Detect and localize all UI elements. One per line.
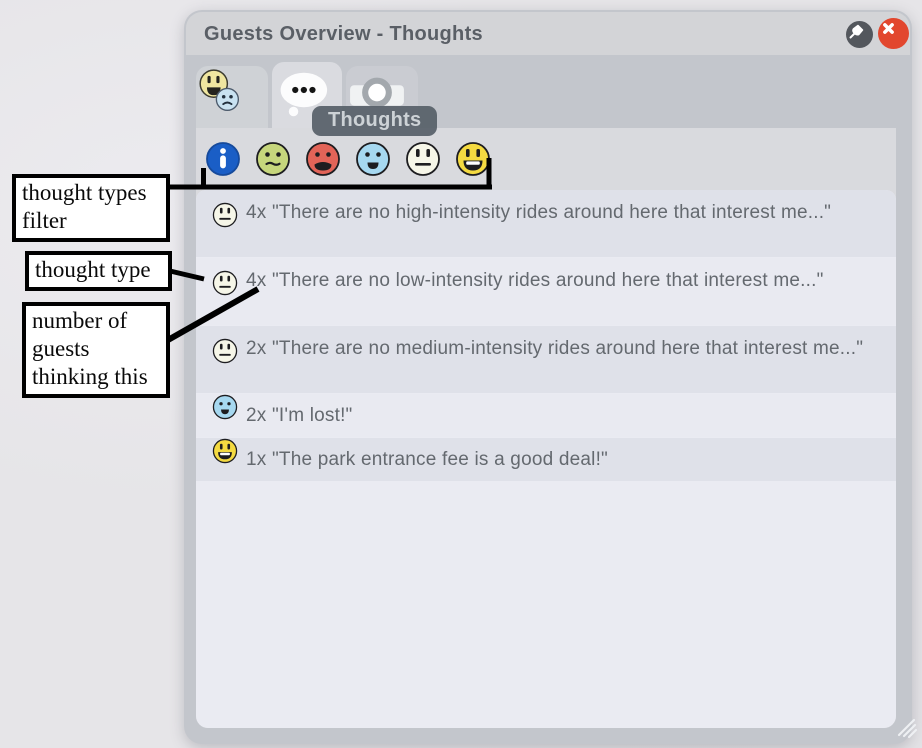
neutral-face-icon [212, 338, 238, 396]
thoughts-panel-content: 4x "There are no high-intensity rides ar… [196, 128, 896, 728]
thought-list: 4x "There are no high-intensity rides ar… [196, 190, 896, 728]
thought-quote: "There are no low-intensity rides around… [271, 270, 824, 291]
window-title: Guests Overview - Thoughts [204, 23, 483, 45]
guests-faces-icon [196, 66, 268, 128]
resize-grip[interactable] [893, 714, 919, 740]
thought-quote: "There are no medium-intensity rides aro… [271, 338, 864, 359]
annotation-thought-types-filter: thought types filter [12, 174, 170, 242]
tab-guests[interactable] [196, 66, 268, 128]
thought-quote: "I'm lost!" [271, 405, 353, 426]
neutral-face-icon [212, 270, 238, 328]
sad-face-icon [355, 141, 391, 177]
thought-count: 4x [246, 202, 267, 223]
thought-row[interactable]: 1x "The park entrance fee is a good deal… [196, 438, 896, 481]
thought-text: 2x "There are no medium-intensity rides … [246, 335, 863, 362]
thought-row[interactable]: 4x "There are no low-intensity rides aro… [196, 258, 896, 325]
filter-happy-button[interactable] [455, 141, 491, 177]
pin-button[interactable] [846, 21, 873, 48]
happy-face-icon [455, 141, 491, 177]
thought-count: 1x [246, 449, 267, 470]
thoughts-tab-tooltip: Thoughts [312, 106, 438, 136]
happy-face-icon [212, 438, 238, 481]
thought-quote: "The park entrance fee is a good deal!" [271, 449, 609, 470]
filter-neutral-button[interactable] [405, 141, 441, 177]
thought-count: 2x [246, 405, 267, 426]
pushpin-icon [846, 21, 873, 48]
thought-row[interactable]: 4x "There are no high-intensity rides ar… [196, 190, 896, 257]
annotation-thought-type: thought type [25, 251, 172, 291]
neutral-face-icon [405, 141, 441, 177]
thought-row[interactable]: 2x "There are no medium-intensity rides … [196, 326, 896, 393]
close-x-icon [878, 18, 909, 49]
thought-count: 2x [246, 338, 267, 359]
filter-sad-button[interactable] [355, 141, 391, 177]
close-button[interactable] [878, 18, 909, 49]
thought-count: 4x [246, 270, 267, 291]
neutral-face-icon [212, 202, 238, 260]
thought-text: 1x "The park entrance fee is a good deal… [246, 446, 608, 473]
thought-quote: "There are no high-intensity rides aroun… [271, 202, 832, 223]
info-icon [205, 141, 241, 177]
filter-sick-button[interactable] [255, 141, 291, 177]
thought-row[interactable]: 2x "I'm lost!" [196, 394, 896, 437]
thought-text: 4x "There are no low-intensity rides aro… [246, 267, 824, 294]
sad-face-icon [212, 394, 238, 437]
annotation-number-of-guests: number of guests thinking this [22, 302, 170, 398]
guests-overview-window: Guests Overview - Thoughts 4x "There are… [184, 10, 912, 744]
thought-text: 4x "There are no high-intensity rides ar… [246, 199, 831, 226]
sick-face-icon [255, 141, 291, 177]
thought-text: 2x "I'm lost!" [246, 402, 353, 429]
filter-angry-button[interactable] [305, 141, 341, 177]
filter-info-button[interactable] [205, 141, 241, 177]
window-titlebar[interactable]: Guests Overview - Thoughts [186, 12, 910, 55]
angry-face-icon [305, 141, 341, 177]
screenshot-stage: Guests Overview - Thoughts 4x "There are… [0, 0, 922, 748]
thought-types-filter [196, 128, 896, 190]
